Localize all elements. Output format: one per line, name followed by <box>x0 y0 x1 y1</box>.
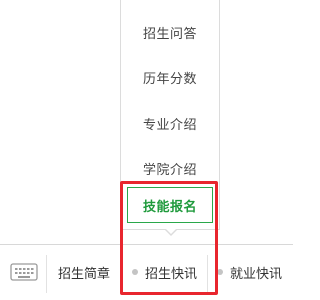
bar-divider <box>122 255 123 293</box>
submenu-popup: 招生问答 历年分数 专业介绍 学院介绍 技能报名 <box>120 0 220 236</box>
submenu-item-jineng-baoming[interactable]: 技能报名 <box>127 187 213 223</box>
submenu-dot-icon <box>132 269 138 275</box>
keyboard-icon[interactable] <box>10 262 38 282</box>
menu-jiuye-kuaixun[interactable]: 就业快讯 <box>217 261 282 283</box>
bottom-menu-bar: 招生简章 招生快讯 就业快讯 <box>0 244 293 300</box>
wechat-menu-screen: 招生问答 历年分数 专业介绍 学院介绍 技能报名 招生简章 招生快讯 就业快讯 <box>0 0 293 300</box>
bar-divider <box>207 255 208 293</box>
menu-label: 招生快讯 <box>145 266 198 282</box>
submenu-dot-icon <box>217 269 223 275</box>
submenu-item-linian-fenshu[interactable]: 历年分数 <box>121 58 219 96</box>
popup-pointer-arrow <box>164 228 178 236</box>
bar-divider <box>46 255 47 293</box>
submenu-item-zhaosheng-wenda[interactable]: 招生问答 <box>121 13 219 51</box>
menu-zhaosheng-kuaixun[interactable]: 招生快讯 <box>132 261 197 283</box>
submenu-item-xueyuan-jieshao[interactable]: 学院介绍 <box>121 149 219 187</box>
menu-zhaosheng-jianzhang[interactable]: 招生简章 <box>58 261 110 283</box>
menu-label: 招生简章 <box>58 266 111 282</box>
menu-label: 就业快讯 <box>230 266 283 282</box>
submenu-item-zhuanye-jieshao[interactable]: 专业介绍 <box>121 104 219 142</box>
